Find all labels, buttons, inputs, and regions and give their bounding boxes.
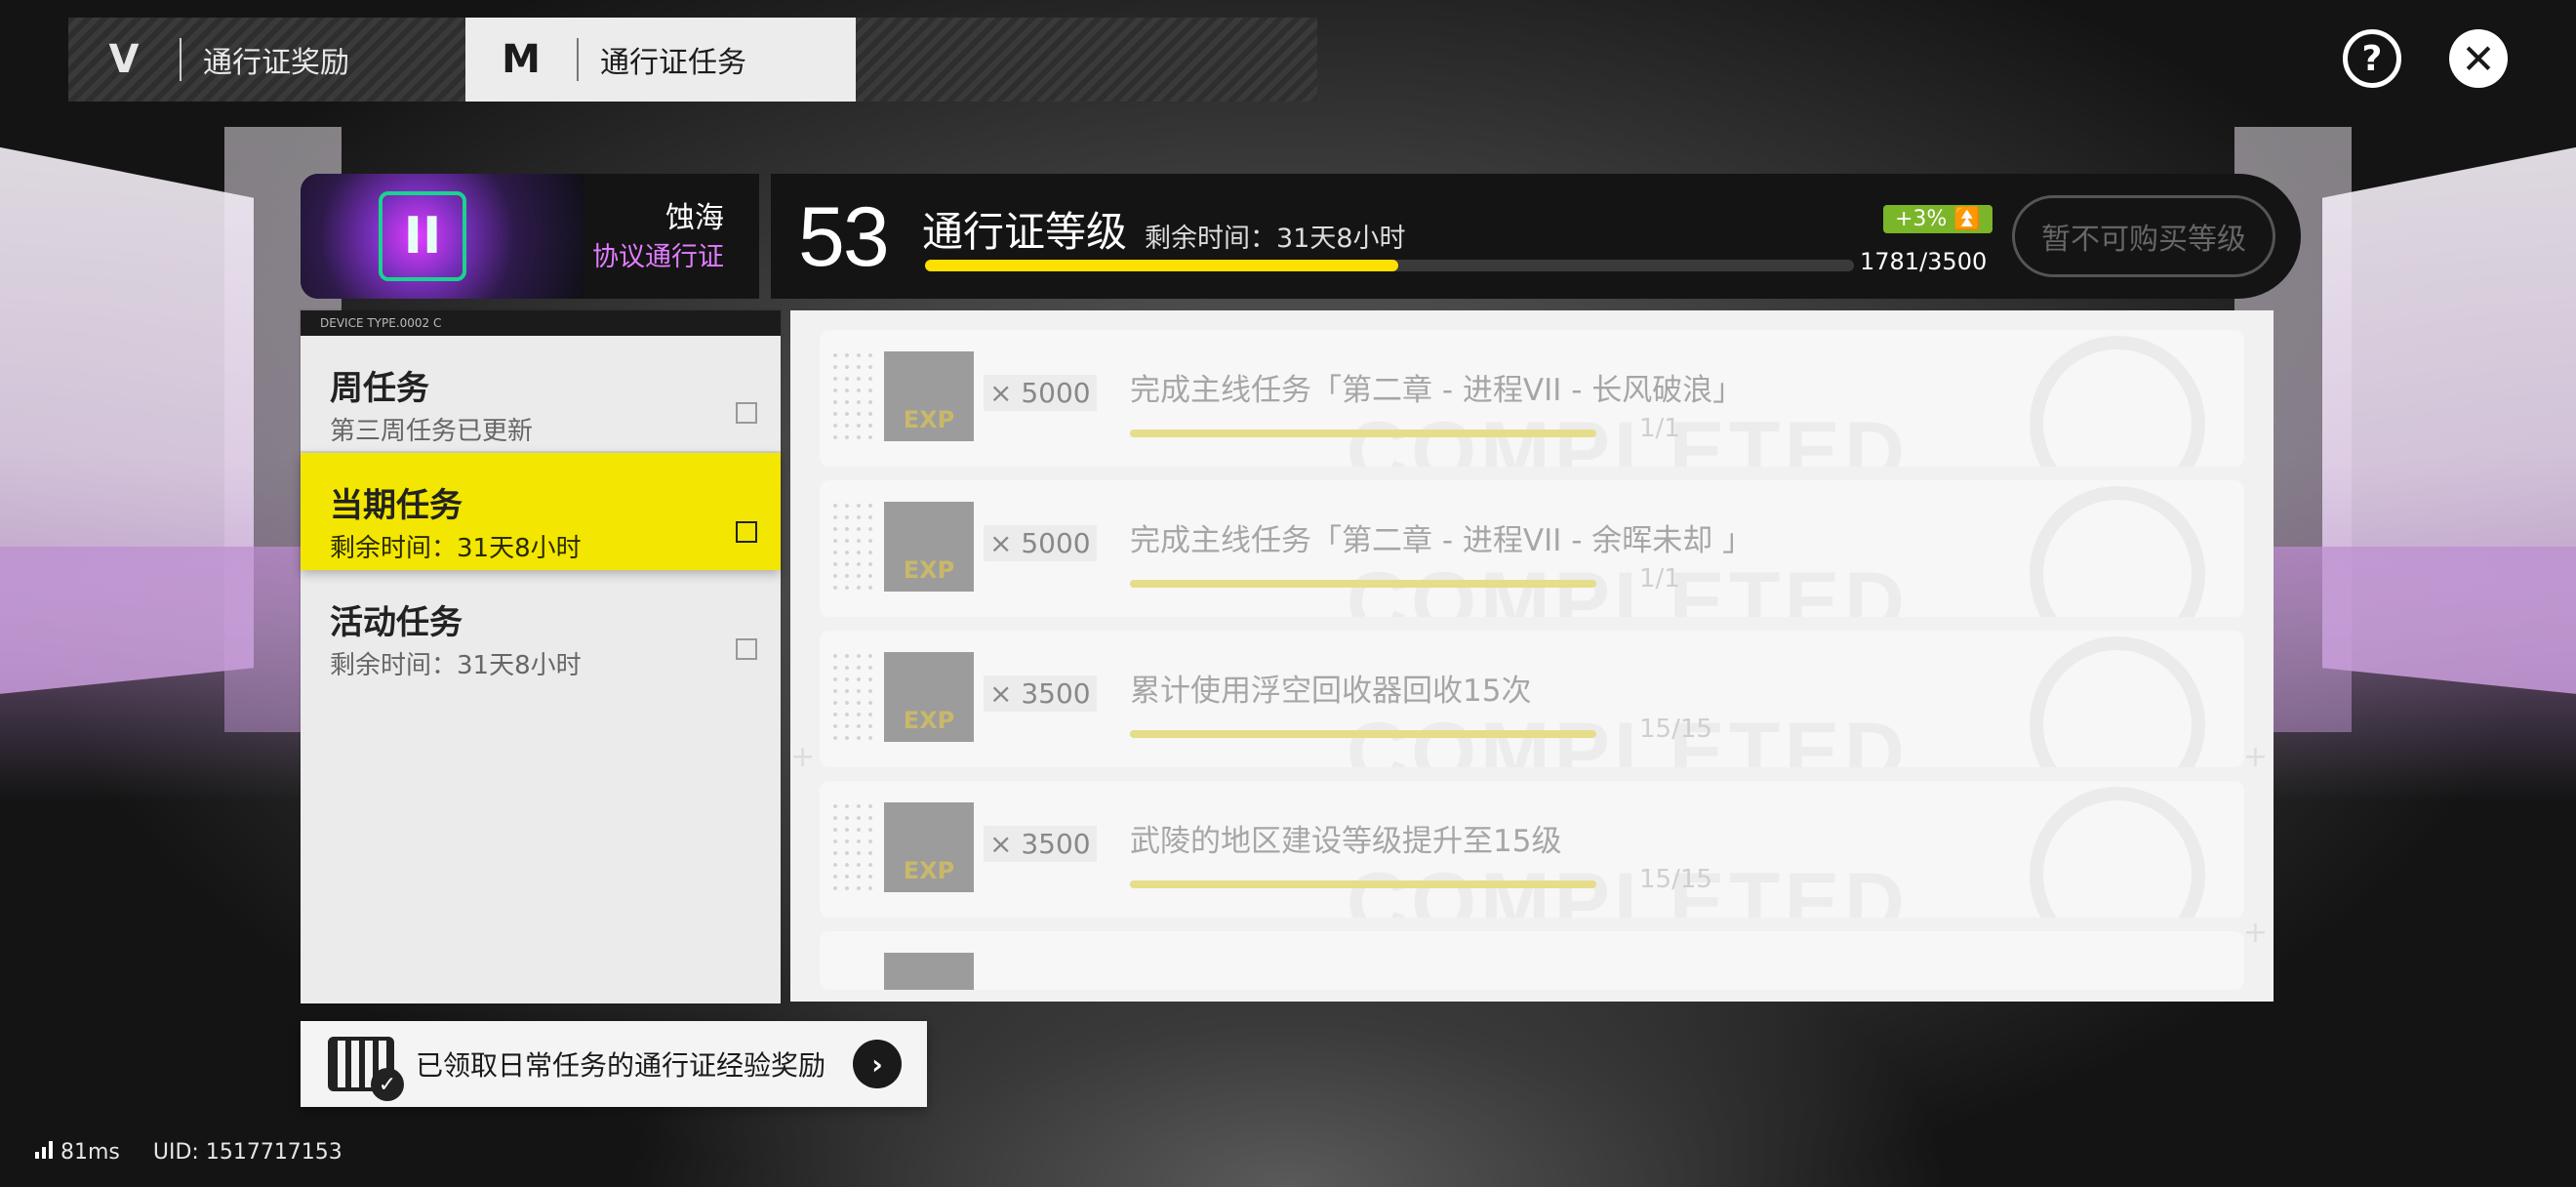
category-event[interactable]: 活动任务 剩余时间：31天8小时 — [301, 570, 781, 687]
exp-reward-icon: EXP — [884, 351, 974, 441]
plus-mark-icon: + — [2242, 916, 2268, 950]
level-progress-track — [925, 260, 1854, 271]
task-card[interactable]: EXP × 5000 COMPLETED 完成主线任务「第二章 - 进程VII … — [820, 480, 2244, 617]
dot-pattern — [829, 349, 878, 447]
task-progress-count: 15/15 — [1639, 865, 1712, 894]
exp-reward-icon — [884, 953, 974, 990]
reward-quantity: × 5000 — [984, 525, 1097, 561]
task-progress-count: 15/15 — [1639, 715, 1712, 744]
up-arrow-icon: ⏫ — [1953, 207, 1981, 231]
pass-remaining-time: 剩余时间：31天8小时 — [1145, 224, 1406, 254]
status-bar: 81ms UID: 1517717153 — [35, 1140, 342, 1165]
task-card[interactable]: EXP × 3500 COMPLETED 累计使用浮空回收器回收15次 15/1… — [820, 631, 2244, 767]
task-card[interactable]: EXP × 3500 COMPLETED 武陵的地区建设等级提升至15级 15/… — [820, 781, 2244, 918]
task-card[interactable]: EXP × 5000 COMPLETED 完成主线任务「第二章 - 进程VII … — [820, 330, 2244, 467]
close-button[interactable]: ✕ — [2449, 29, 2508, 88]
tab-pass-rewards[interactable]: V 通行证奖励 — [68, 18, 459, 102]
chevron-right-icon: › — [853, 1040, 902, 1088]
reward-quantity: × 5000 — [984, 375, 1097, 411]
daily-exp-claim-button[interactable]: ✓ 已领取日常任务的通行证经验奖励 › — [301, 1021, 927, 1107]
check-icon — [2030, 636, 2205, 767]
category-panel-header: DEVICE TYPE.0002 C — [301, 310, 781, 336]
task-progress-count: 1/1 — [1639, 564, 1680, 594]
exp-reward-icon: EXP — [884, 802, 974, 892]
corner-mark-icon — [736, 521, 757, 543]
task-card-partial[interactable] — [820, 931, 2244, 990]
task-progress-fill — [1130, 580, 1596, 588]
help-button[interactable]: ? — [2343, 29, 2401, 88]
category-sub: 第三周任务已更新 — [330, 417, 534, 446]
category-current[interactable]: 当期任务 剩余时间：31天8小时 — [301, 453, 781, 570]
task-title: 武陵的地区建设等级提升至15级 — [1130, 824, 1562, 859]
endfield-logo-icon: V — [108, 37, 140, 82]
task-title: 累计使用浮空回收器回收15次 — [1130, 674, 1532, 709]
task-progress-fill — [1130, 730, 1596, 738]
pass-level-bar: 53 通行证等级 剩余时间：31天8小时 +3% ⏫ 1781/3500 暂不可… — [771, 174, 2301, 299]
tab-label: 通行证任务 — [600, 46, 746, 80]
pass-level-number: 53 — [798, 190, 890, 284]
close-icon: ✕ — [2461, 34, 2496, 83]
task-progress-fill — [1130, 430, 1596, 437]
category-sub: 剩余时间：31天8小时 — [330, 651, 582, 680]
task-progress-track — [1130, 730, 1596, 738]
task-category-panel: DEVICE TYPE.0002 C 周任务 第三周任务已更新 当期任务 剩余时… — [301, 310, 781, 1003]
check-icon — [2030, 486, 2205, 617]
corner-mark-icon — [736, 402, 757, 424]
dot-pattern — [829, 800, 878, 898]
tab-label: 通行证奖励 — [203, 46, 349, 80]
pass-card[interactable]: II 蚀海 协议通行证 — [301, 174, 759, 299]
question-icon: ? — [2361, 38, 2383, 79]
plus-mark-icon: + — [790, 740, 816, 774]
tab-pass-tasks[interactable]: M 通行证任务 — [465, 18, 856, 102]
pass-name: 蚀海 — [665, 201, 724, 235]
task-progress-count: 1/1 — [1639, 414, 1680, 443]
task-title: 完成主线任务「第二章 - 进程VII - 余晖未却 」 — [1130, 523, 1753, 558]
pass-emblem-icon: II — [379, 191, 466, 281]
exp-bonus-badge: +3% ⏫ — [1883, 205, 1992, 233]
exp-reward-icon: EXP — [884, 652, 974, 742]
reward-quantity: × 3500 — [984, 675, 1097, 712]
pass-subtitle: 协议通行证 — [592, 242, 724, 272]
dot-pattern — [829, 500, 878, 597]
task-progress-track — [1130, 580, 1596, 588]
category-name: 周任务 — [330, 369, 429, 408]
pass-artwork: II — [301, 174, 584, 299]
task-progress-fill — [1130, 880, 1596, 888]
exp-reward-icon: EXP — [884, 502, 974, 592]
corner-mark-icon — [736, 638, 757, 660]
pass-name-block: 蚀海 协议通行证 — [592, 199, 724, 277]
buy-level-button[interactable]: 暂不可购买等级 — [2012, 195, 2275, 277]
reward-quantity: × 3500 — [984, 826, 1097, 862]
calendar-check-icon: ✓ — [328, 1037, 404, 1101]
tab-divider — [577, 38, 579, 81]
task-list[interactable]: EXP × 5000 COMPLETED 完成主线任务「第二章 - 进程VII … — [790, 310, 2274, 1002]
check-icon — [2030, 787, 2205, 918]
signal-icon — [35, 1141, 53, 1159]
category-sub: 剩余时间：31天8小时 — [330, 534, 582, 563]
category-name: 活动任务 — [330, 603, 463, 642]
task-progress-track — [1130, 430, 1596, 437]
category-weekly[interactable]: 周任务 第三周任务已更新 — [301, 336, 781, 453]
ping-indicator: 81ms — [35, 1140, 120, 1165]
plus-mark-icon: + — [2242, 740, 2268, 774]
tab-divider — [180, 38, 181, 81]
category-name: 当期任务 — [330, 486, 463, 525]
pass-level-title: 通行证等级 — [922, 208, 1128, 256]
dot-pattern — [829, 650, 878, 748]
task-title: 完成主线任务「第二章 - 进程VII - 长风破浪」 — [1130, 373, 1744, 408]
check-icon — [2030, 336, 2205, 467]
level-progress-fill — [925, 260, 1398, 271]
uid-label: UID: 1517717153 — [152, 1140, 342, 1165]
daily-claim-label: 已领取日常任务的通行证经验奖励 — [416, 1049, 826, 1082]
level-progress-text: 1781/3500 — [1860, 248, 1988, 275]
endfield-logo-icon: M — [502, 37, 541, 82]
task-progress-track — [1130, 880, 1596, 888]
